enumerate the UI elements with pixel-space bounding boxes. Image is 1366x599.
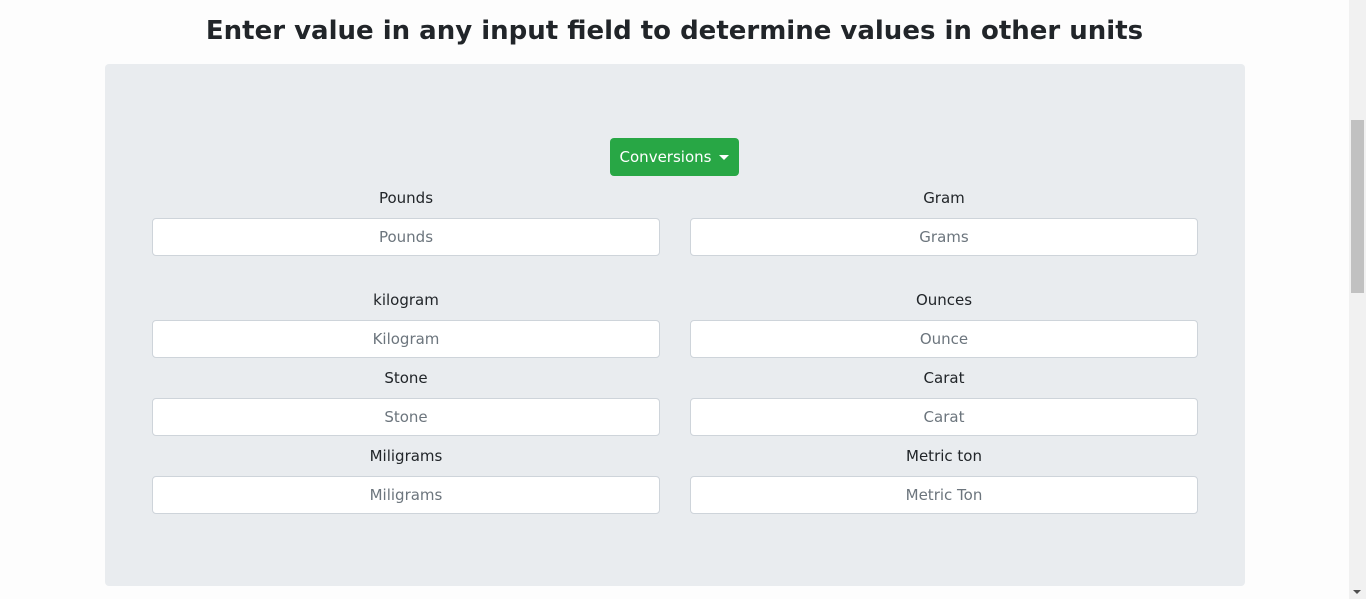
metric-ton-label: Metric ton [906,447,982,465]
stone-label: Stone [384,369,428,387]
kilogram-input[interactable] [152,320,660,358]
ounces-label: Ounces [915,291,973,309]
stone-input[interactable] [152,398,660,436]
gram-input[interactable] [690,218,1198,256]
caret-down-icon [719,154,730,160]
scrollbar[interactable] [1349,0,1366,599]
carat-label: Carat [923,369,965,387]
scrollbar-thumb[interactable] [1351,120,1364,293]
miligrams-input[interactable] [152,476,660,514]
conversions-dropdown-button[interactable]: Conversions [610,138,739,176]
gram-label: Gram [923,189,965,207]
scroll-down-arrow-icon[interactable] [1353,590,1361,594]
conversions-label: Conversions [619,148,712,166]
page-title: Enter value in any input field to determ… [205,16,1144,46]
kilogram-label: kilogram [373,291,439,309]
pounds-label: Pounds [378,189,434,207]
carat-input[interactable] [690,398,1198,436]
miligrams-label: Miligrams [369,447,443,465]
pounds-input[interactable] [152,218,660,256]
ounces-input[interactable] [690,320,1198,358]
metric-ton-input[interactable] [690,476,1198,514]
